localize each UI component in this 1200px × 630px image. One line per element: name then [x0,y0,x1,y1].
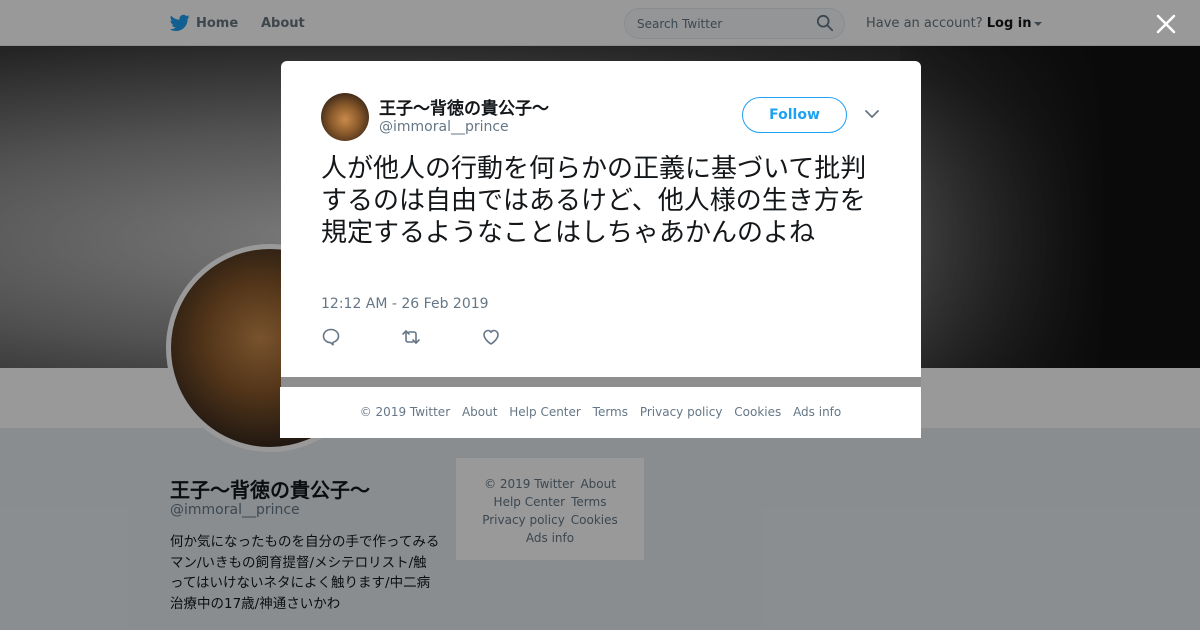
modal-cookies-link[interactable]: Cookies [734,405,781,419]
tweet-timestamp[interactable]: 12:12 AM - 26 Feb 2019 [321,296,489,312]
tweet-author-handle[interactable]: @immoral__prince [379,119,509,135]
modal-help-link[interactable]: Help Center [509,405,581,419]
modal-terms-link[interactable]: Terms [593,405,628,419]
like-icon[interactable] [481,327,501,347]
modal-copyright: © 2019 Twitter [359,405,451,419]
modal-footer: © 2019 Twitter About Help Center Terms P… [280,387,921,438]
tweet-author-name[interactable]: 王子～背徳の貴公子～ [379,94,549,119]
follow-button[interactable]: Follow [742,97,847,133]
modal-ads-link[interactable]: Ads info [793,405,841,419]
modal-privacy-link[interactable]: Privacy policy [640,405,723,419]
tweet-avatar[interactable] [321,93,369,141]
chevron-down-icon[interactable] [865,109,879,119]
reply-icon[interactable] [321,327,341,347]
tweet-text: 人が他人の行動を何らかの正義に基づいて批判するのは自由ではあるけど、他人様の生き… [321,154,867,248]
tweet-modal: 王子～背徳の貴公子～ @immoral__prince Follow 人が他人の… [281,61,921,377]
retweet-icon[interactable] [401,327,421,347]
modal-about-link[interactable]: About [462,405,497,419]
modal-divider [281,377,921,387]
close-icon[interactable] [1152,10,1180,38]
